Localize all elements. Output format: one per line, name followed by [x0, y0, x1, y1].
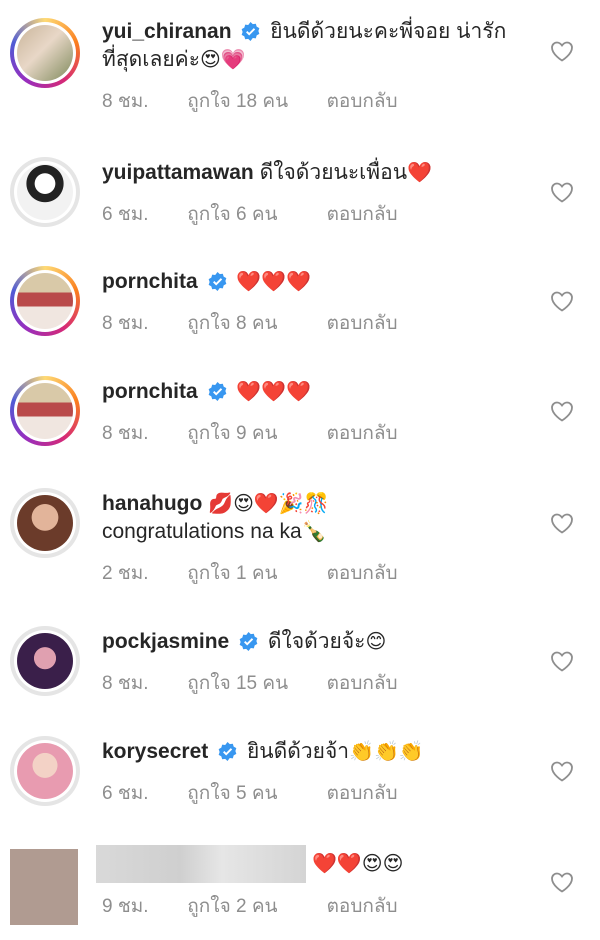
avatar[interactable]: [10, 626, 80, 696]
avatar[interactable]: [10, 849, 78, 925]
like-count[interactable]: ถูกใจ 2 คน: [187, 891, 321, 921]
reply-button[interactable]: ตอบกลับ: [327, 668, 398, 698]
avatar[interactable]: [10, 376, 80, 446]
reply-button[interactable]: ตอบกลับ: [327, 778, 398, 808]
like-count[interactable]: ถูกใจ 18 คน: [187, 86, 321, 116]
reply-button[interactable]: ตอบกลับ: [327, 199, 398, 229]
heart-outline-icon[interactable]: [550, 871, 574, 893]
username[interactable]: yuipattamawan: [102, 161, 254, 184]
like-count[interactable]: ถูกใจ 15 คน: [187, 668, 321, 698]
heart-outline-icon[interactable]: [550, 40, 574, 62]
verified-badge-icon: [208, 382, 226, 401]
reply-button[interactable]: ตอบกลับ: [327, 418, 398, 448]
username[interactable]: pockjasmine: [102, 630, 229, 653]
username[interactable]: pornchita: [102, 380, 198, 403]
comment-emojis: ❤️❤️❤️: [236, 271, 312, 293]
username[interactable]: yui_chiranan: [102, 20, 232, 43]
comment-time: 9 ชม.: [102, 896, 149, 918]
reply-button[interactable]: ตอบกลับ: [327, 86, 398, 116]
heart-outline-icon[interactable]: [550, 181, 574, 203]
username-blurred: [96, 845, 306, 884]
comment-emojis: ❤️❤️❤️: [236, 381, 312, 403]
comment-time: 8 ชม.: [102, 91, 149, 112]
avatar[interactable]: [10, 18, 80, 88]
comment-text: ยินดีด้วยจ้า: [246, 740, 350, 763]
verified-badge-icon: [239, 632, 258, 651]
avatar[interactable]: [10, 488, 80, 558]
comment-time: 8 ชม.: [102, 313, 149, 334]
reply-button[interactable]: ตอบกลับ: [327, 891, 398, 921]
like-count[interactable]: ถูกใจ 5 คน: [187, 778, 321, 808]
username[interactable]: pornchita: [102, 270, 198, 293]
heart-outline-icon[interactable]: [550, 290, 574, 312]
like-count[interactable]: ถูกใจ 9 คน: [187, 418, 321, 448]
reply-button[interactable]: ตอบกลับ: [327, 558, 398, 588]
comment-emojis: ❤️❤️😍😍: [312, 853, 404, 875]
comment-emojis: 💋😍❤️🎉🎊: [208, 493, 329, 515]
comment-time: 6 ชม.: [102, 783, 149, 804]
avatar[interactable]: [10, 266, 80, 336]
comment-text: congratulations na ka: [102, 520, 302, 543]
username[interactable]: korysecret: [102, 740, 208, 763]
like-count[interactable]: ถูกใจ 6 คน: [187, 199, 321, 229]
comment-time: 8 ชม.: [102, 673, 149, 694]
comment-emojis: ❤️: [407, 162, 433, 184]
reply-button[interactable]: ตอบกลับ: [327, 308, 398, 338]
heart-outline-icon[interactable]: [550, 400, 574, 422]
comment-time: 6 ชม.: [102, 204, 149, 225]
heart-outline-icon[interactable]: [550, 760, 574, 782]
avatar[interactable]: [10, 157, 80, 227]
comment-emojis: 😊: [365, 631, 387, 653]
avatar[interactable]: [10, 736, 80, 806]
comment-time: 8 ชม.: [102, 423, 149, 444]
heart-outline-icon[interactable]: [550, 512, 574, 534]
comment-emojis: 😍💗: [199, 49, 246, 71]
comment-text: ดีใจด้วยจ้ะ: [267, 630, 366, 653]
like-count[interactable]: ถูกใจ 8 คน: [187, 308, 321, 338]
verified-badge-icon: [208, 272, 226, 291]
comment-text: ดีใจด้วยนะเพื่อน: [259, 161, 408, 184]
like-count[interactable]: ถูกใจ 1 คน: [187, 558, 321, 588]
username[interactable]: hanahugo: [102, 492, 202, 515]
verified-badge-icon: [218, 742, 237, 761]
comment-time: 2 ชม.: [102, 563, 149, 584]
comment-emojis-2: 🍾: [301, 521, 327, 543]
verified-badge-icon: [242, 22, 260, 41]
heart-outline-icon[interactable]: [550, 650, 574, 672]
comment-emojis: 👏👏👏: [349, 741, 424, 763]
